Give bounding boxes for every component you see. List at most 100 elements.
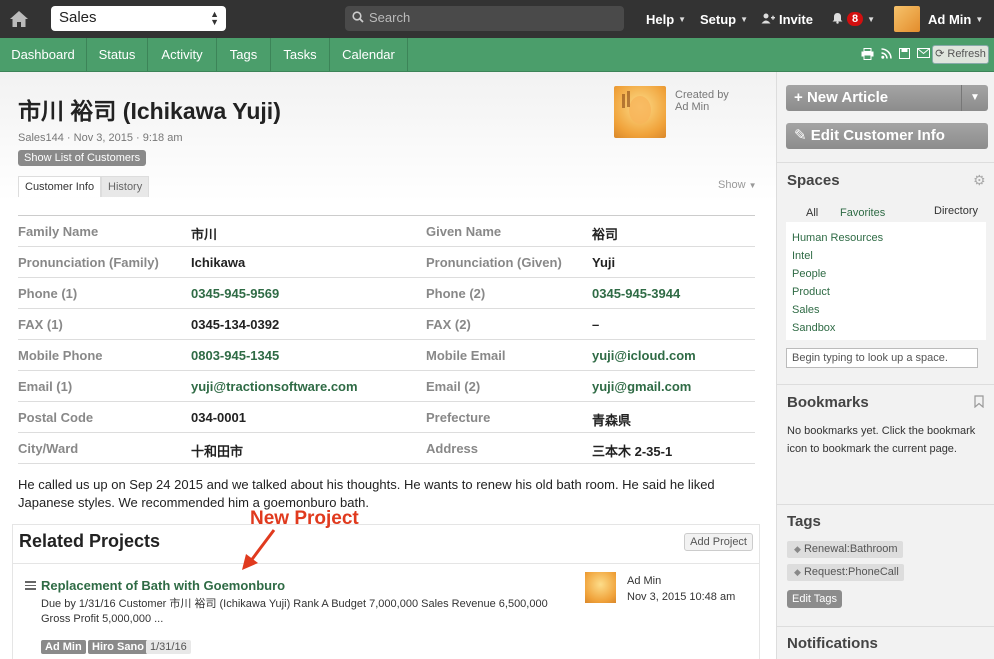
field-value: 034-0001 [191, 410, 246, 425]
space-lookup-input[interactable]: Begin typing to look up a space. [786, 348, 978, 368]
search-placeholder: Search [369, 10, 411, 25]
email-icon[interactable] [917, 48, 930, 63]
field-value[interactable]: yuji@tractionsoftware.com [191, 379, 358, 394]
save-icon[interactable] [899, 48, 910, 63]
spaces-tab-directory[interactable]: Directory [934, 205, 978, 217]
refresh-icon: ⟳ [935, 48, 945, 60]
bookmark-icon[interactable] [974, 395, 984, 411]
gear-icon[interactable]: ⚙ [973, 172, 986, 189]
field-value[interactable]: 0803-945-1345 [191, 348, 279, 363]
search-input[interactable]: Search [345, 6, 624, 31]
project-author-name[interactable]: Ad Min [627, 573, 735, 589]
add-project-button[interactable]: Add Project [684, 533, 753, 551]
nav-tab-tags[interactable]: Tags [217, 38, 271, 71]
invite-label: Invite [779, 11, 813, 27]
field-value[interactable]: yuji@gmail.com [592, 379, 691, 394]
user-menu[interactable]: Ad Min ▼ [894, 0, 983, 38]
caret-down-icon: ▼ [740, 14, 749, 24]
space-item-sales[interactable]: Sales [792, 301, 980, 319]
spaces-tab-all[interactable]: All [806, 207, 818, 219]
pencil-icon: ✎ [794, 127, 807, 144]
add-user-icon [761, 12, 775, 27]
caret-down-icon: ▼ [678, 14, 687, 24]
field-label: Pronunciation (Family) [18, 255, 159, 270]
user-name: Ad Min [928, 11, 972, 27]
author-avatar[interactable] [614, 86, 666, 138]
field-value: Ichikawa [191, 255, 246, 270]
caret-down-icon: ▼ [748, 181, 757, 190]
setup-menu[interactable]: Setup ▼ [700, 0, 748, 38]
edit-tags-button[interactable]: Edit Tags [787, 590, 843, 608]
divider [777, 162, 994, 163]
space-item-people[interactable]: People [792, 265, 980, 283]
nav-tab-dashboard[interactable]: Dashboard [0, 38, 87, 71]
help-menu[interactable]: Help ▼ [646, 0, 686, 38]
field-label: Postal Code [18, 410, 94, 425]
space-item-sandbox[interactable]: Sandbox [792, 319, 980, 337]
new-article-button[interactable]: + New Article ▼ [786, 85, 988, 111]
tag-label: Renewal:Bathroom [803, 543, 898, 555]
field-value: 三本木 2-35-1 [592, 444, 673, 459]
field-value: 0345-134-0392 [191, 317, 280, 332]
tag-icon: ◆ [794, 567, 801, 577]
nav-tab-status[interactable]: Status [87, 38, 148, 71]
invite-button[interactable]: Invite [761, 0, 813, 38]
related-projects-heading: Related Projects [19, 531, 161, 551]
field-label: Mobile Phone [18, 348, 103, 363]
tag-icon: ◆ [794, 544, 801, 554]
info-row: FAX (1) 0345-134-0392 FAX (2) – [18, 309, 755, 340]
field-label: Email (2) [426, 379, 481, 394]
print-icon[interactable] [861, 48, 874, 63]
field-value[interactable]: yuji@icloud.com [592, 348, 696, 363]
project-title-link[interactable]: Replacement of Bath with Goemonburo [41, 578, 285, 593]
info-row: Family Name 市川 Given Name 裕司 [18, 216, 755, 247]
space-item-intel[interactable]: Intel [792, 247, 980, 265]
field-value: Yuji [592, 255, 616, 270]
tag-renewal-bathroom[interactable]: ◆ Renewal:Bathroom [787, 541, 903, 558]
space-item-human-resources[interactable]: Human Resources [792, 229, 980, 247]
project-author-avatar[interactable] [585, 572, 616, 603]
show-list-of-customers-button[interactable]: Show List of Customers [18, 150, 147, 166]
space-item-product[interactable]: Product [792, 283, 980, 301]
notifications-menu[interactable]: 8 ▼ [832, 0, 875, 38]
refresh-button[interactable]: ⟳ Refresh [932, 45, 989, 64]
rss-icon[interactable] [881, 48, 892, 63]
field-label: Family Name [18, 224, 99, 239]
nav-tab-tasks[interactable]: Tasks [271, 38, 330, 71]
nav-tab-calendar[interactable]: Calendar [330, 38, 408, 71]
field-label: Email (1) [18, 379, 73, 394]
tab-customer-info[interactable]: Customer Info [18, 176, 102, 197]
project-list-icon [25, 581, 36, 590]
project-date: Nov 3, 2015 10:48 am [627, 591, 736, 603]
tag-request-phonecall[interactable]: ◆ Request:PhoneCall [787, 564, 904, 581]
customer-info-table: Family Name 市川 Given Name 裕司 Pronunciation (… [18, 215, 755, 464]
plus-icon: + [794, 89, 803, 106]
notifications-heading: Notifications [787, 635, 878, 652]
refresh-label: Refresh [947, 48, 986, 60]
nav-tab-activity[interactable]: Activity [148, 38, 217, 71]
field-label: Phone (2) [426, 286, 486, 301]
created-by-user[interactable]: Ad Min [675, 101, 729, 113]
spaces-list: Human Resources Intel People Product Sal… [786, 222, 986, 340]
field-value[interactable]: 0345-945-9569 [191, 286, 279, 301]
caret-down-icon: ▼ [975, 14, 984, 24]
spaces-tab-favorites[interactable]: Favorites [840, 207, 885, 219]
right-sidebar: + New Article ▼ ✎ Edit Customer Info Spa… [776, 72, 994, 659]
tab-history[interactable]: History [101, 176, 150, 197]
edit-customer-info-button[interactable]: ✎ Edit Customer Info [786, 123, 988, 149]
info-row: Postal Code 034-0001 Prefecture 青森県 [18, 402, 755, 433]
show-label: Show [718, 179, 746, 191]
space-select[interactable]: Sales ▲ ▼ [51, 6, 226, 31]
new-article-label: New Article [806, 89, 889, 106]
project-assignee-tag[interactable]: Hiro Sano [88, 640, 148, 654]
annotation-arrow-icon [242, 529, 276, 570]
home-icon[interactable] [0, 0, 38, 38]
info-row: City/Ward 十和田市 Address 三本木 2-35-1 [18, 433, 755, 464]
divider [13, 563, 759, 564]
project-assignee-tag[interactable]: Ad Min [41, 640, 86, 654]
created-by-label: Created by [675, 89, 729, 101]
chevron-down-icon[interactable]: ▼ [961, 85, 988, 111]
field-value[interactable]: 0345-945-3944 [592, 286, 680, 301]
show-menu[interactable]: Show ▼ [718, 179, 757, 191]
field-value: 市川 [191, 227, 218, 242]
